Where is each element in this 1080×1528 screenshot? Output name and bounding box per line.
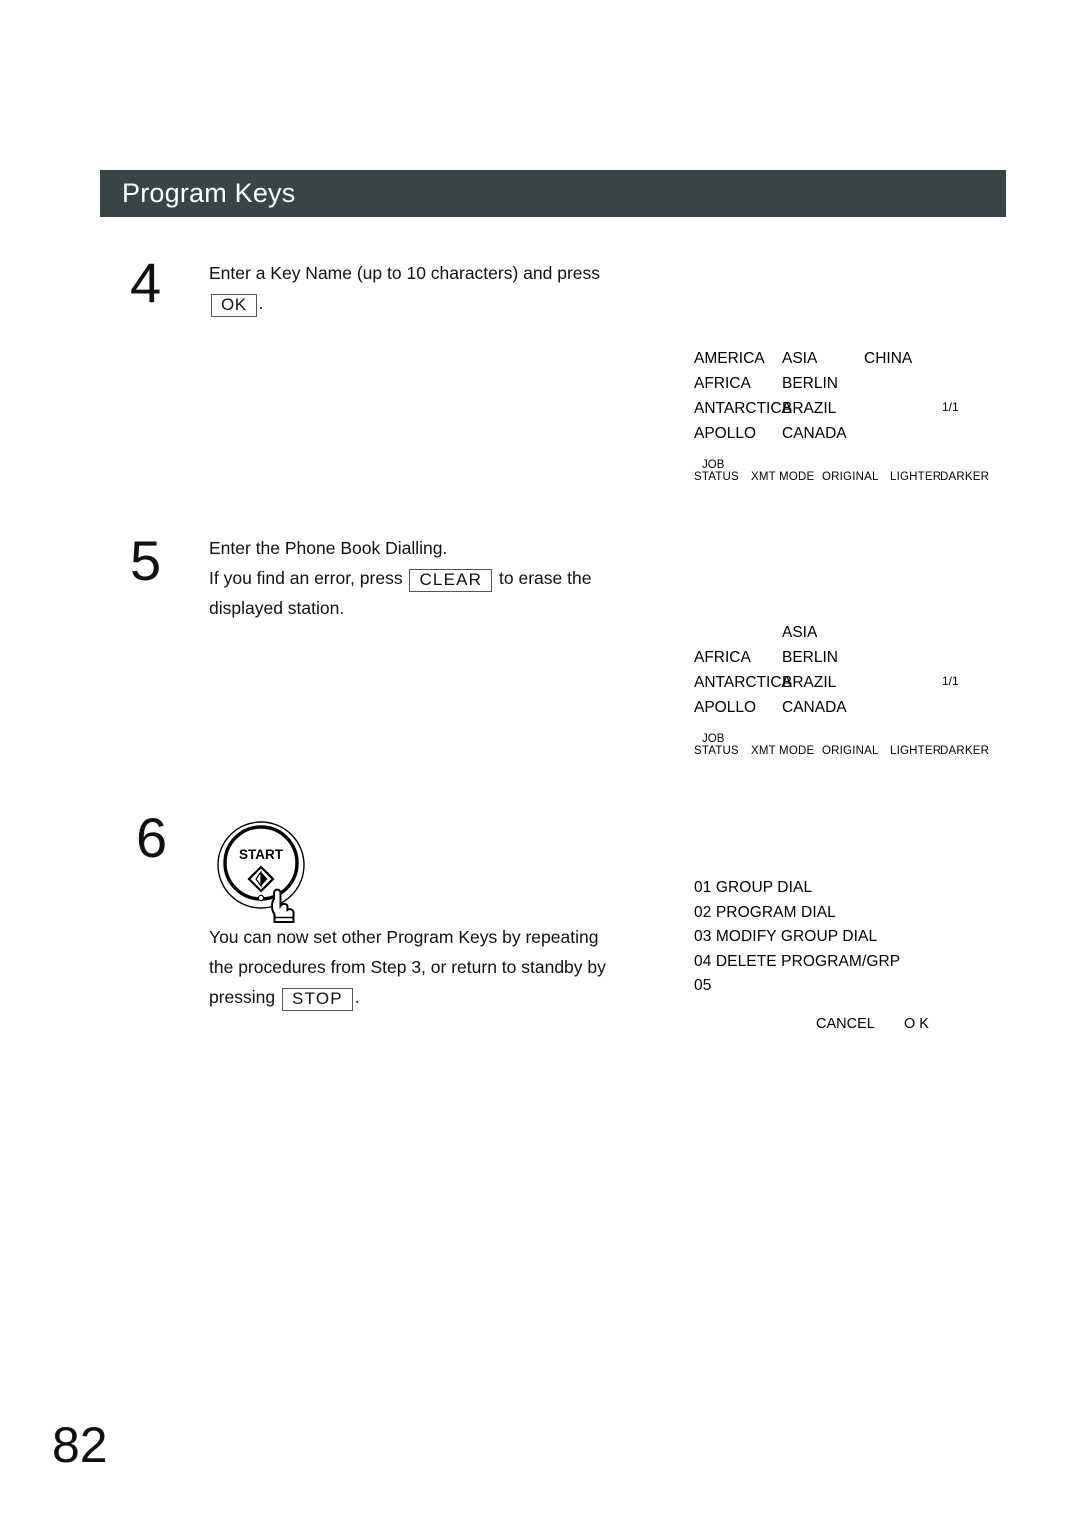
lcd-cell-name: AMERICA xyxy=(694,350,765,367)
step-6-number: 6 xyxy=(136,806,168,869)
lcd-cell-name: BRAZIL xyxy=(782,400,837,417)
lcd-row: AFRICA BERLIN xyxy=(694,649,974,674)
step-5-line-1: Enter the Phone Book Dialling. xyxy=(209,538,448,558)
lcd-cell-name: AFRICA xyxy=(694,649,751,666)
step-4-line-2: OK. xyxy=(209,288,669,318)
lcd-row: APOLLO CANADA xyxy=(694,425,974,450)
lcd-station-grid: AMERICA ASIA CHINA AFRICA BERLIN ANTARCT… xyxy=(694,350,974,450)
step-4-line-1-text: Enter a Key Name (up to 10 characters) a… xyxy=(209,263,601,283)
lcd-softkey-bar: JOB STATUS XMT MODE ORIGINAL LIGHTER DAR… xyxy=(694,457,989,483)
step-6-line-1: You can now set other Program Keys by re… xyxy=(209,927,599,947)
softkey-darker[interactable]: DARKER xyxy=(940,745,989,757)
menu-softkey-bar: CANCEL O K xyxy=(694,1016,994,1042)
section-header-bar: Program Keys xyxy=(100,170,1006,217)
start-button-illustration[interactable]: START xyxy=(212,818,316,928)
lcd-row: APOLLO CANADA xyxy=(694,699,974,724)
lcd-cell-name: CHINA xyxy=(864,350,913,367)
lcd-cell-name: CANADA xyxy=(782,425,847,442)
menu-item[interactable]: 05 xyxy=(694,974,994,999)
softkey-xmt-mode[interactable]: XMT MODE xyxy=(751,745,814,757)
clear-key[interactable]: CLEAR xyxy=(409,569,493,592)
step-4-period: . xyxy=(258,293,264,313)
lcd-cell-name: ANTARCTICA xyxy=(694,674,792,691)
step-6-period: . xyxy=(354,987,360,1007)
lcd-row: AFRICA BERLIN xyxy=(694,375,974,400)
page-title: Program Keys xyxy=(122,177,296,208)
lcd-panel-step-5: ASIA AFRICA BERLIN ANTARCTICA BRAZIL 1/1… xyxy=(694,624,989,757)
lcd-row: ANTARCTICA BRAZIL 1/1 xyxy=(694,400,974,425)
lcd-cell-name: BERLIN xyxy=(782,649,838,666)
start-button-svg: START xyxy=(217,821,305,923)
lcd-cell-name: BERLIN xyxy=(782,375,838,392)
start-led-dot-icon xyxy=(257,894,265,902)
ok-key[interactable]: OK xyxy=(211,294,257,317)
lcd-cell-name: AFRICA xyxy=(694,375,751,392)
step-5-number: 5 xyxy=(130,529,162,592)
step-4-number: 4 xyxy=(130,251,162,314)
lcd-cell-name: APOLLO xyxy=(694,699,757,716)
ok-softkey[interactable]: O K xyxy=(904,1016,929,1032)
step-6-line-3-before: pressing xyxy=(209,987,276,1007)
page-number: 82 xyxy=(52,1417,108,1473)
step-5-text: Enter the Phone Book Dialling. If you fi… xyxy=(209,533,679,623)
lcd-cell-name: CANADA xyxy=(782,699,847,716)
step-5-line-2-after: to erase the xyxy=(499,568,592,588)
lcd-menu-panel-step-6: 01 GROUP DIAL 02 PROGRAM DIAL 03 MODIFY … xyxy=(694,876,994,1042)
softkey-lighter[interactable]: LIGHTER xyxy=(890,745,941,757)
lcd-softkey-bar: JOB STATUS XMT MODE ORIGINAL LIGHTER DAR… xyxy=(694,731,989,757)
lcd-cell-name: ANTARCTICA xyxy=(694,400,792,417)
menu-item[interactable]: 01 GROUP DIAL xyxy=(694,876,994,901)
lcd-cell-name: ASIA xyxy=(782,624,818,641)
softkey-darker[interactable]: DARKER xyxy=(940,471,989,483)
step-6-line-3: pressing STOP. xyxy=(209,982,689,1012)
menu-item[interactable]: 04 DELETE PROGRAM/GRP xyxy=(694,950,994,975)
lcd-cell-name: ASIA xyxy=(782,350,818,367)
softkey-original[interactable]: ORIGINAL xyxy=(822,745,879,757)
softkey-lighter[interactable]: LIGHTER xyxy=(890,471,941,483)
step-5-line-3: displayed station. xyxy=(209,598,345,618)
lcd-panel-step-4: AMERICA ASIA CHINA AFRICA BERLIN ANTARCT… xyxy=(694,350,989,483)
step-5-line-2-before: If you find an error, press xyxy=(209,568,403,588)
softkey-job-status[interactable]: STATUS xyxy=(694,745,739,757)
step-5-line-2: If you find an error, press CLEAR to era… xyxy=(209,563,679,593)
step-4-line-1: Enter a Key Name (up to 10 characters) a… xyxy=(209,258,669,288)
lcd-row: ANTARCTICA BRAZIL 1/1 xyxy=(694,674,974,699)
lcd-page-indicator: 1/1 xyxy=(942,400,959,414)
lcd-row: ASIA xyxy=(694,624,974,649)
softkey-job-label: JOB xyxy=(702,733,725,745)
softkey-xmt-mode[interactable]: XMT MODE xyxy=(751,471,814,483)
menu-item[interactable]: 03 MODIFY GROUP DIAL xyxy=(694,925,994,950)
stop-key[interactable]: STOP xyxy=(282,988,353,1011)
start-button-label-text: START xyxy=(239,847,284,862)
lcd-row: AMERICA ASIA CHINA xyxy=(694,350,974,375)
step-6-line-2: the procedures from Step 3, or return to… xyxy=(209,957,606,977)
lcd-cell-name: APOLLO xyxy=(694,425,757,442)
lcd-page-indicator: 1/1 xyxy=(942,674,959,688)
cancel-softkey[interactable]: CANCEL xyxy=(816,1016,875,1032)
step-4-text: Enter a Key Name (up to 10 characters) a… xyxy=(209,258,669,318)
softkey-job-status[interactable]: STATUS xyxy=(694,471,739,483)
softkey-job-label: JOB xyxy=(702,459,725,471)
lcd-station-grid: ASIA AFRICA BERLIN ANTARCTICA BRAZIL 1/1… xyxy=(694,624,974,724)
softkey-original[interactable]: ORIGINAL xyxy=(822,471,879,483)
menu-item[interactable]: 02 PROGRAM DIAL xyxy=(694,901,994,926)
step-6-text: You can now set other Program Keys by re… xyxy=(209,922,689,1012)
lcd-cell-name: BRAZIL xyxy=(782,674,837,691)
